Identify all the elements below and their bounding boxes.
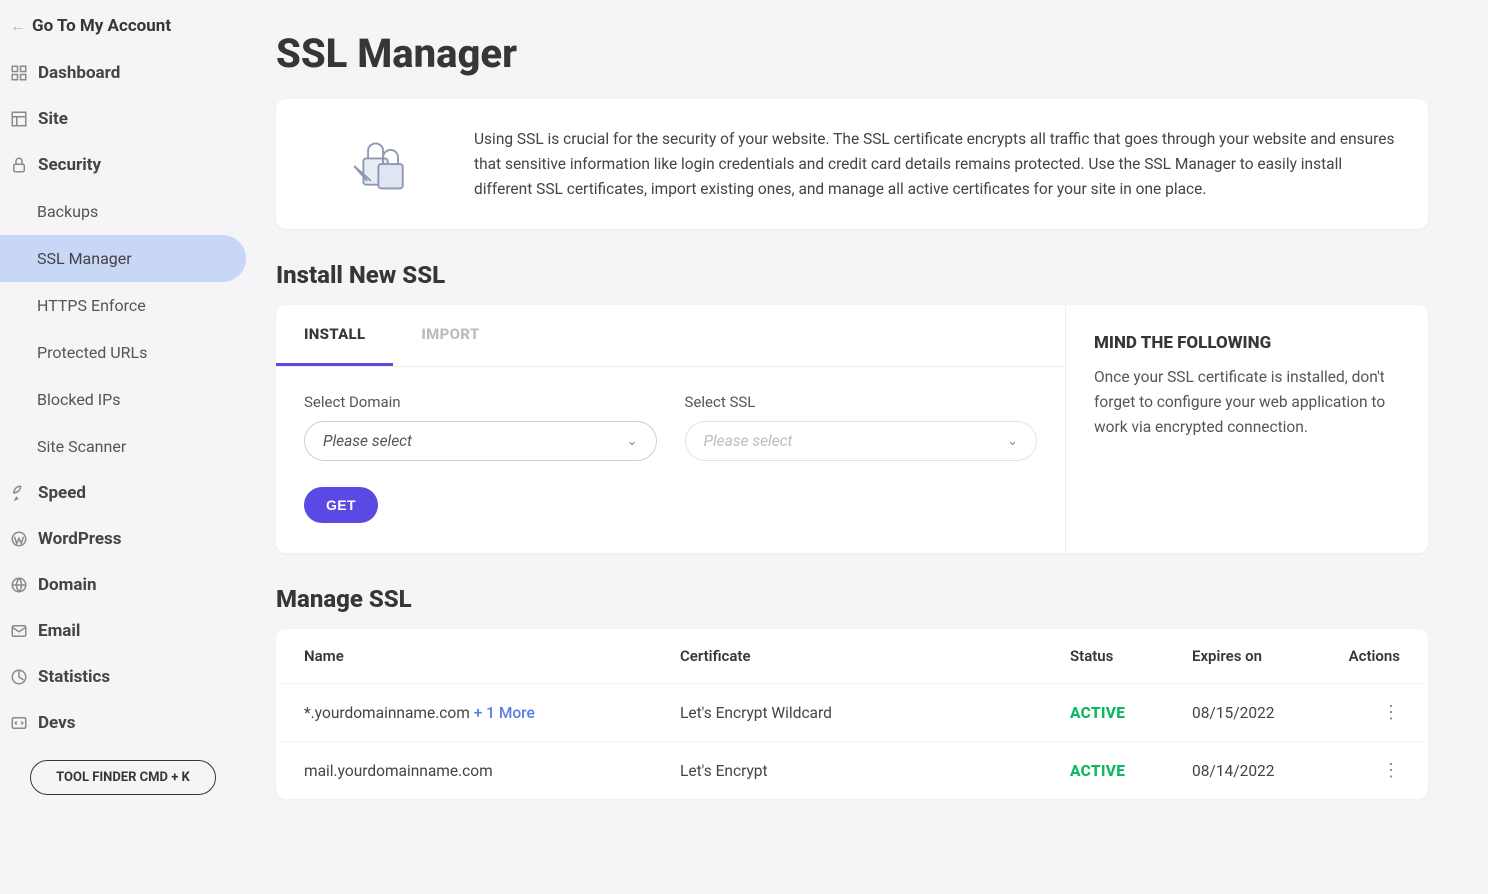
row-actions-menu-icon[interactable]: ⋮ (1382, 702, 1400, 723)
col-header-expires: Expires on (1192, 647, 1332, 665)
status-badge: ACTIVE (1070, 762, 1125, 780)
select-ssl-value: Please select (704, 432, 793, 450)
cell-certificate: Let's Encrypt Wildcard (680, 704, 1070, 722)
mind-title: MIND THE FOLLOWING (1094, 333, 1400, 353)
row-actions-menu-icon[interactable]: ⋮ (1382, 760, 1400, 781)
get-button[interactable]: GET (304, 487, 378, 523)
col-header-actions: Actions (1332, 647, 1400, 665)
nav-label: Security (38, 155, 101, 175)
sidebar-sub-https-enforce[interactable]: HTTPS Enforce (0, 282, 246, 329)
nav-label: Statistics (38, 667, 110, 687)
status-badge: ACTIVE (1070, 704, 1125, 722)
chevron-down-icon: ⌄ (1007, 434, 1018, 449)
tool-finder-button[interactable]: TOOL FINDER CMD + K (30, 760, 216, 795)
sidebar-item-security[interactable]: Security (0, 142, 246, 188)
cell-certificate: Let's Encrypt (680, 762, 1070, 780)
sidebar-sub-ssl-manager[interactable]: SSL Manager (0, 235, 246, 282)
padlock-illustration-icon (304, 134, 464, 194)
mail-icon (10, 622, 28, 640)
select-ssl-dropdown[interactable]: Please select ⌄ (685, 421, 1038, 461)
rocket-icon (10, 484, 28, 502)
nav-label: Domain (38, 575, 97, 595)
install-section-title: Install New SSL (276, 261, 1428, 289)
more-domains-link[interactable]: + 1 More (470, 704, 535, 722)
layout-icon (10, 110, 28, 128)
cell-name: *.yourdomainname.com + 1 More (304, 704, 680, 722)
col-header-name: Name (304, 647, 680, 665)
intro-card: Using SSL is crucial for the security of… (276, 99, 1428, 229)
nav-label: Speed (38, 483, 86, 503)
sidebar-item-dashboard[interactable]: Dashboard (0, 50, 246, 96)
go-back-label: Go To My Account (32, 16, 171, 36)
sidebar-sub-blocked-ips[interactable]: Blocked IPs (0, 376, 246, 423)
select-domain-label: Select Domain (304, 393, 657, 411)
tab-import[interactable]: IMPORT (393, 305, 507, 366)
grid-icon (10, 64, 28, 82)
manage-ssl-table: Name Certificate Status Expires on Actio… (276, 629, 1428, 799)
mind-panel: MIND THE FOLLOWING Once your SSL certifi… (1066, 305, 1428, 553)
table-header-row: Name Certificate Status Expires on Actio… (276, 629, 1428, 683)
cell-expires: 08/15/2022 (1192, 704, 1332, 722)
install-card: INSTALL IMPORT Select Domain Please sele… (276, 305, 1428, 553)
select-domain-value: Please select (323, 432, 412, 450)
sidebar: ← Go To My Account Dashboard Site Securi… (0, 0, 246, 894)
sidebar-item-wordpress[interactable]: WordPress (0, 516, 246, 562)
sidebar-item-site[interactable]: Site (0, 96, 246, 142)
wordpress-icon (10, 530, 28, 548)
arrow-left-icon: ← (10, 16, 26, 36)
nav-label: Devs (38, 713, 75, 733)
code-icon (10, 714, 28, 732)
install-form-panel: INSTALL IMPORT Select Domain Please sele… (276, 305, 1066, 553)
sidebar-item-email[interactable]: Email (0, 608, 246, 654)
nav-label: Email (38, 621, 80, 641)
col-header-certificate: Certificate (680, 647, 1070, 665)
globe-icon (10, 576, 28, 594)
sidebar-sub-site-scanner[interactable]: Site Scanner (0, 423, 246, 470)
chevron-down-icon: ⌄ (627, 434, 638, 449)
sidebar-item-devs[interactable]: Devs (0, 700, 246, 746)
sidebar-item-domain[interactable]: Domain (0, 562, 246, 608)
table-row: *.yourdomainname.com + 1 More Let's Encr… (276, 683, 1428, 741)
col-header-status: Status (1070, 647, 1192, 665)
sidebar-item-statistics[interactable]: Statistics (0, 654, 246, 700)
install-tabs: INSTALL IMPORT (276, 305, 1065, 367)
select-ssl-label: Select SSL (685, 393, 1038, 411)
table-row: mail.yourdomainname.com Let's Encrypt AC… (276, 741, 1428, 799)
nav-label: WordPress (38, 529, 122, 549)
lock-icon (10, 156, 28, 174)
nav-label: Site (38, 109, 68, 129)
manage-section-title: Manage SSL (276, 585, 1428, 613)
tab-install[interactable]: INSTALL (276, 305, 393, 366)
sidebar-sub-protected-urls[interactable]: Protected URLs (0, 329, 246, 376)
sidebar-sub-backups[interactable]: Backups (0, 188, 246, 235)
chart-icon (10, 668, 28, 686)
go-to-account-link[interactable]: ← Go To My Account (0, 10, 246, 50)
intro-text: Using SSL is crucial for the security of… (474, 127, 1400, 201)
select-domain-dropdown[interactable]: Please select ⌄ (304, 421, 657, 461)
sidebar-item-speed[interactable]: Speed (0, 470, 246, 516)
main-content: SSL Manager Using SSL is crucial for the… (246, 0, 1488, 894)
cell-expires: 08/14/2022 (1192, 762, 1332, 780)
cell-name: mail.yourdomainname.com (304, 762, 680, 780)
mind-text: Once your SSL certificate is installed, … (1094, 365, 1400, 439)
nav-label: Dashboard (38, 63, 120, 83)
page-title: SSL Manager (276, 30, 1428, 77)
